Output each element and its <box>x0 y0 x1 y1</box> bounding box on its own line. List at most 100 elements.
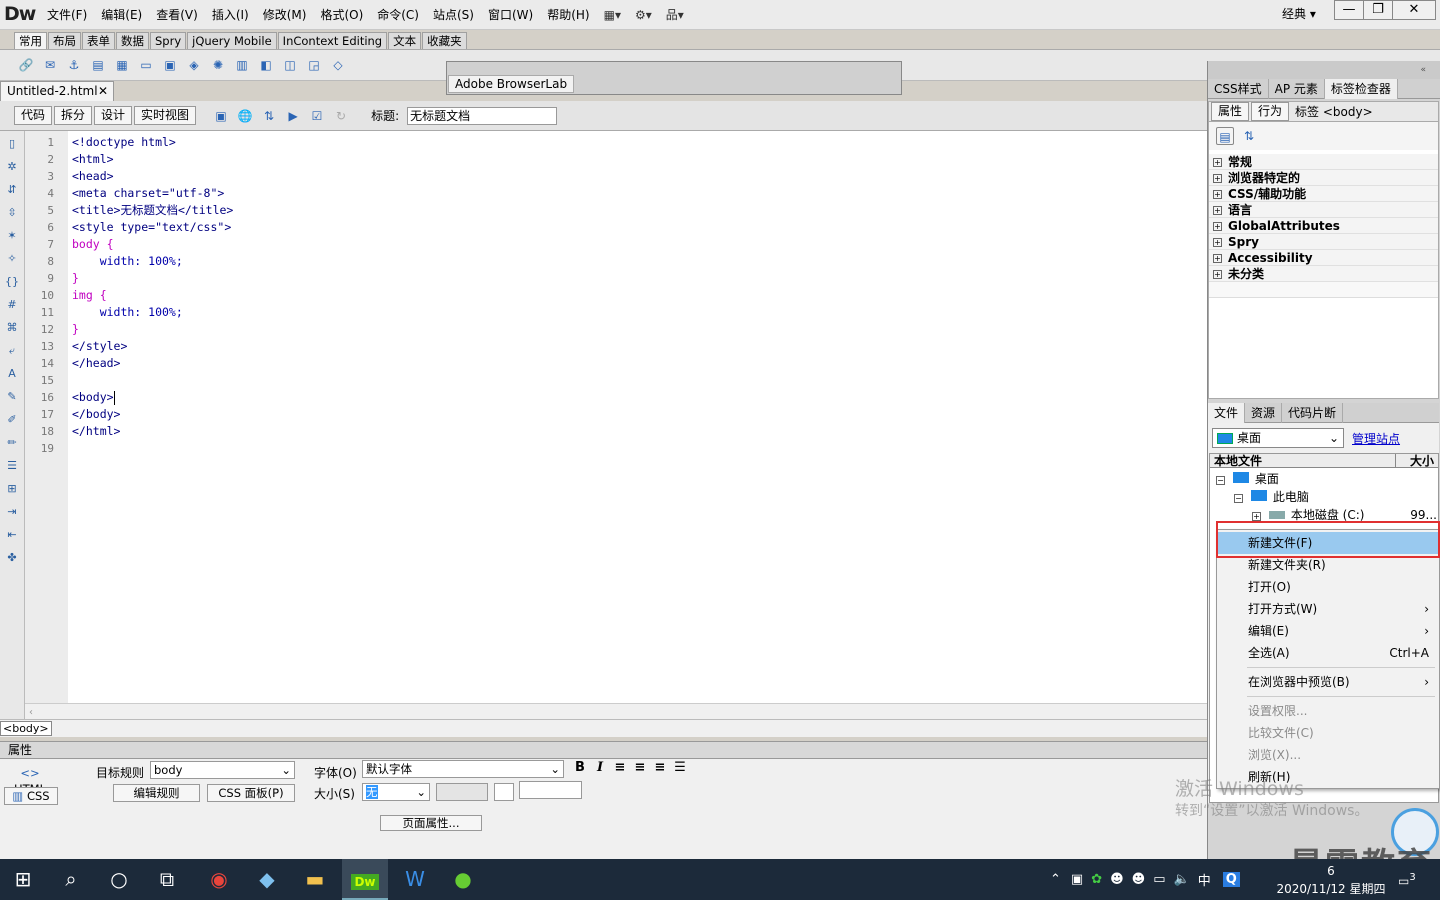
expand-icon[interactable]: + <box>1213 254 1222 263</box>
menu-help[interactable]: 帮助(H) <box>540 0 596 30</box>
edit-rule-button[interactable]: 编辑规则 <box>113 784 200 802</box>
select-parent-icon[interactable]: ✧ <box>3 250 21 268</box>
table-icon[interactable]: ▦ <box>113 56 131 74</box>
menu-format[interactable]: 格式(O) <box>313 0 370 30</box>
image-icon[interactable]: ▣ <box>161 56 179 74</box>
code-line[interactable]: </body> <box>72 406 120 423</box>
code-line[interactable]: <title>无标题文档</title> <box>72 202 233 219</box>
hyperlink-icon[interactable]: 🔗 <box>17 56 35 74</box>
hr-icon[interactable]: ▤ <box>89 56 107 74</box>
open-docs-icon[interactable]: ▯ <box>3 135 21 153</box>
layout-icon[interactable]: ▦▾ <box>597 0 628 30</box>
tray-app-icon[interactable]: ▣ <box>1071 872 1083 887</box>
tab-attributes[interactable]: 属性 <box>1211 102 1250 121</box>
indent-icon[interactable]: ⇥ <box>3 503 21 521</box>
manage-site-link[interactable]: 管理站点 <box>1352 430 1400 447</box>
expand-all-icon[interactable]: ✶ <box>3 227 21 245</box>
expand-icon[interactable]: + <box>1213 206 1222 215</box>
tab-layout[interactable]: 布局 <box>48 31 81 49</box>
size-select[interactable]: 无 ⌄ <box>362 783 430 801</box>
tab-data[interactable]: 数据 <box>116 31 149 49</box>
align-left-icon[interactable]: ≡ <box>610 760 630 775</box>
tab-common[interactable]: 常用 <box>14 31 47 49</box>
collapse-tag-icon[interactable]: ⇵ <box>3 181 21 199</box>
code-line[interactable]: <head> <box>72 168 114 185</box>
search-icon[interactable]: ⌕ <box>48 859 94 900</box>
tab-snippets[interactable]: 代码片断 <box>1282 402 1344 423</box>
maximize-button[interactable]: ❐ <box>1363 0 1393 20</box>
html-mode-button[interactable]: <> HTML <box>4 765 56 796</box>
design-view-button[interactable]: 设计 <box>94 106 133 125</box>
inspector-category[interactable]: + Accessibility <box>1209 250 1438 266</box>
tag-selector-body[interactable]: <body> <box>0 721 52 736</box>
code-line[interactable]: } <box>72 321 79 338</box>
split-view-button[interactable]: 拆分 <box>54 106 93 125</box>
context-menu-item[interactable]: 设置权限... <box>1217 700 1439 722</box>
volume-icon[interactable]: 🔈 <box>1174 872 1190 887</box>
notes-app-icon[interactable]: ◆ <box>244 859 290 900</box>
media-icon[interactable]: ◈ <box>185 56 203 74</box>
site-icon[interactable]: 品▾ <box>659 0 691 30</box>
remove-comment-icon[interactable]: ✐ <box>3 411 21 429</box>
code-line[interactable]: <html> <box>72 151 114 168</box>
code-line[interactable]: } <box>72 270 79 287</box>
css-mode-button[interactable]: ▥ CSS <box>4 787 58 805</box>
tab-tag-inspector[interactable]: 标签检查器 <box>1324 78 1398 99</box>
div-icon[interactable]: ▭ <box>137 56 155 74</box>
template-icon[interactable]: ◇ <box>329 56 347 74</box>
bold-button[interactable]: B <box>570 760 590 775</box>
horizontal-scrollbar[interactable]: ‹ <box>25 703 1207 719</box>
category-view-icon[interactable]: ▤ <box>1216 127 1234 145</box>
file-explorer-icon[interactable]: ▬ <box>292 859 338 900</box>
tab-jquery-mobile[interactable]: jQuery Mobile <box>187 31 277 49</box>
tab-text[interactable]: 文本 <box>388 31 422 49</box>
inspector-category[interactable]: + 未分类 <box>1209 266 1438 282</box>
code-line[interactable]: <meta charset="utf-8"> <box>72 185 224 202</box>
italic-button[interactable]: I <box>590 760 610 775</box>
close-tab-icon[interactable]: ✕ <box>98 82 108 100</box>
visual-aids-icon[interactable]: ☑ <box>308 107 326 125</box>
code-editor[interactable]: 1 2 3 4 5 6 7 8 9 10 11 12 13 14 15 16 17 18 19 <!doctype h… <box>25 131 1207 703</box>
code-line[interactable]: <!doctype html> <box>72 134 176 151</box>
tab-files[interactable]: 文件 <box>1208 402 1246 423</box>
workspace-switcher[interactable]: 经典 ▾ <box>1282 0 1316 28</box>
gear-icon[interactable]: ⚙▾ <box>628 0 659 30</box>
col-size[interactable]: 大小 <box>1394 454 1434 468</box>
qq-browser-icon[interactable]: Q <box>1222 872 1240 887</box>
context-menu-item[interactable]: 打开方式(W) › <box>1217 598 1439 620</box>
context-menu-item[interactable]: 在浏览器中预览(B) › <box>1217 671 1439 693</box>
chevron-up-icon[interactable]: ⌃ <box>1050 872 1061 887</box>
syntax-color-icon[interactable]: A <box>3 365 21 383</box>
tab-behaviors[interactable]: 行为 <box>1251 102 1290 121</box>
expand-icon[interactable]: + <box>1213 190 1222 199</box>
clock[interactable]: 6 2020/11/12 星期四 <box>1276 862 1386 898</box>
close-button[interactable]: ✕ <box>1392 0 1436 20</box>
ime-indicator[interactable]: 中 <box>1198 870 1211 889</box>
balance-braces-icon[interactable]: {} <box>3 273 21 291</box>
menu-edit[interactable]: 编辑(E) <box>94 0 149 30</box>
menu-insert[interactable]: 插入(I) <box>205 0 256 30</box>
debug-icon[interactable]: ▶ <box>284 107 302 125</box>
code-line[interactable]: <style type="text/css"> <box>72 219 231 236</box>
tab-assets[interactable]: 资源 <box>1245 402 1283 423</box>
site-select[interactable]: 桌面 ⌄ <box>1212 428 1344 448</box>
menu-view[interactable]: 查看(V) <box>149 0 205 30</box>
menu-commands[interactable]: 命令(C) <box>370 0 426 30</box>
expand-icon[interactable]: + <box>1213 174 1222 183</box>
document-tab[interactable]: Untitled-2.html ✕ <box>0 81 114 101</box>
windows-start-icon[interactable]: ⊞ <box>0 859 46 900</box>
qq2-icon[interactable]: ☻ <box>1132 872 1146 887</box>
melon-app-icon[interactable]: ● <box>440 859 486 900</box>
justify-icon[interactable]: ☰ <box>670 760 690 775</box>
expand-icon[interactable]: + <box>1213 270 1222 279</box>
email-link-icon[interactable]: ✉ <box>41 56 59 74</box>
show-code-nav-icon[interactable]: ✲ <box>3 158 21 176</box>
notification-icon[interactable]: ▭3 <box>1398 872 1416 888</box>
inspector-category[interactable]: + Spry <box>1209 234 1438 250</box>
properties-header[interactable]: 属性 <box>0 741 1207 759</box>
expand-icon[interactable]: + <box>1213 238 1222 247</box>
multiscreen-icon[interactable]: ▣ <box>212 107 230 125</box>
title-input[interactable]: 无标题文档 <box>407 106 558 125</box>
word-wrap-icon[interactable]: ⤶ <box>3 342 21 360</box>
menu-modify[interactable]: 修改(M) <box>256 0 314 30</box>
